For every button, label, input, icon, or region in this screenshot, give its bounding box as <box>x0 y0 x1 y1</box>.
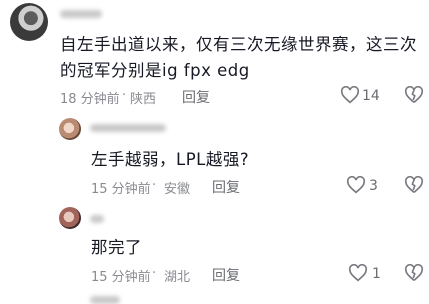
username-blurred[interactable] <box>90 124 166 132</box>
broken-heart-icon[interactable] <box>404 176 424 194</box>
comment-location: 陕西 <box>130 92 157 107</box>
comment-location: 湖北 <box>164 270 191 285</box>
meta-separator: · <box>152 178 157 193</box>
like-count: 1 <box>372 266 381 282</box>
like-count: 3 <box>369 178 378 194</box>
comment-location: 安徽 <box>164 182 191 197</box>
reply-button[interactable]: 回复 <box>212 177 240 197</box>
meta-separator: · <box>152 266 157 281</box>
reply-button[interactable]: 回复 <box>212 265 240 285</box>
reply-button[interactable]: 回复 <box>182 87 210 107</box>
heart-icon[interactable] <box>348 264 368 282</box>
comment-text-line1: 自左手出道以来，仅有三次无缘世界赛，这三次 <box>60 35 417 54</box>
comment-text: 那完了 <box>91 238 142 257</box>
comment-time: 15 分钟前 <box>91 270 151 285</box>
comment-text: 左手越弱，LPL越强? <box>91 150 250 169</box>
username-blurred[interactable] <box>90 296 120 304</box>
username-blurred[interactable] <box>60 10 102 18</box>
avatar[interactable] <box>59 207 81 229</box>
heart-icon[interactable] <box>340 86 360 104</box>
broken-heart-icon[interactable] <box>404 86 424 104</box>
meta-separator: · <box>122 88 127 103</box>
username-blurred[interactable] <box>90 215 104 223</box>
comment-time: 15 分钟前 <box>91 182 151 197</box>
comment-text-line2: 的冠军分别是ig fpx edg <box>60 61 250 80</box>
avatar[interactable] <box>59 118 81 140</box>
avatar[interactable] <box>10 3 48 41</box>
broken-heart-icon[interactable] <box>404 264 424 282</box>
comment-time: 18 分钟前 <box>60 92 120 107</box>
like-count: 14 <box>362 88 380 104</box>
heart-icon[interactable] <box>346 176 366 194</box>
